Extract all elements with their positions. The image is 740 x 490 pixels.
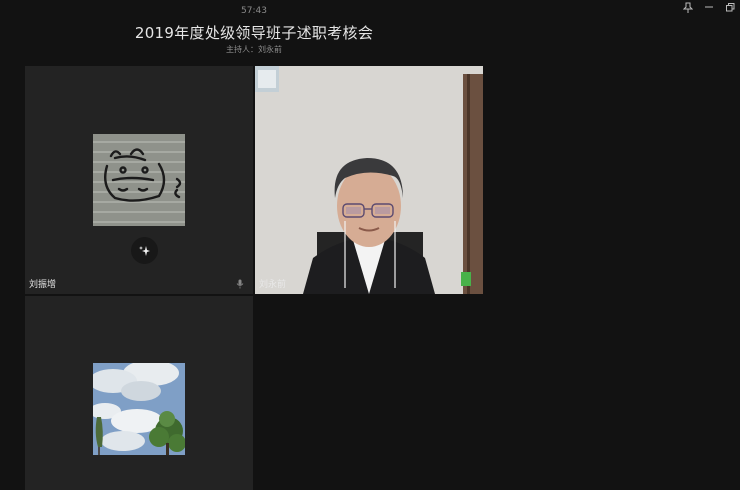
host-label: 主持人：刘永前 <box>226 45 282 54</box>
pin-icon[interactable] <box>682 1 694 13</box>
participant-tile[interactable]: 刘永前 <box>255 66 483 294</box>
participant-name: 刘振增 <box>29 280 57 290</box>
participant-name: 刘永前 <box>259 280 287 290</box>
meeting-title: 2019年度处级领导班子述职考核会 <box>134 24 374 42</box>
meeting-timer: 57:43 <box>241 6 267 16</box>
participant-video <box>255 66 483 294</box>
empty-grid-area <box>255 296 483 490</box>
avatar <box>93 363 185 455</box>
participant-tile[interactable]: 刘振增 <box>25 66 253 294</box>
window-controls <box>682 1 736 13</box>
avatar <box>93 134 185 226</box>
restore-icon[interactable] <box>724 1 736 13</box>
participant-tile[interactable] <box>25 296 253 490</box>
sparkle-icon <box>138 245 150 256</box>
effects-button[interactable] <box>131 237 158 264</box>
minimize-icon[interactable] <box>703 1 715 13</box>
mic-icon <box>236 279 244 289</box>
